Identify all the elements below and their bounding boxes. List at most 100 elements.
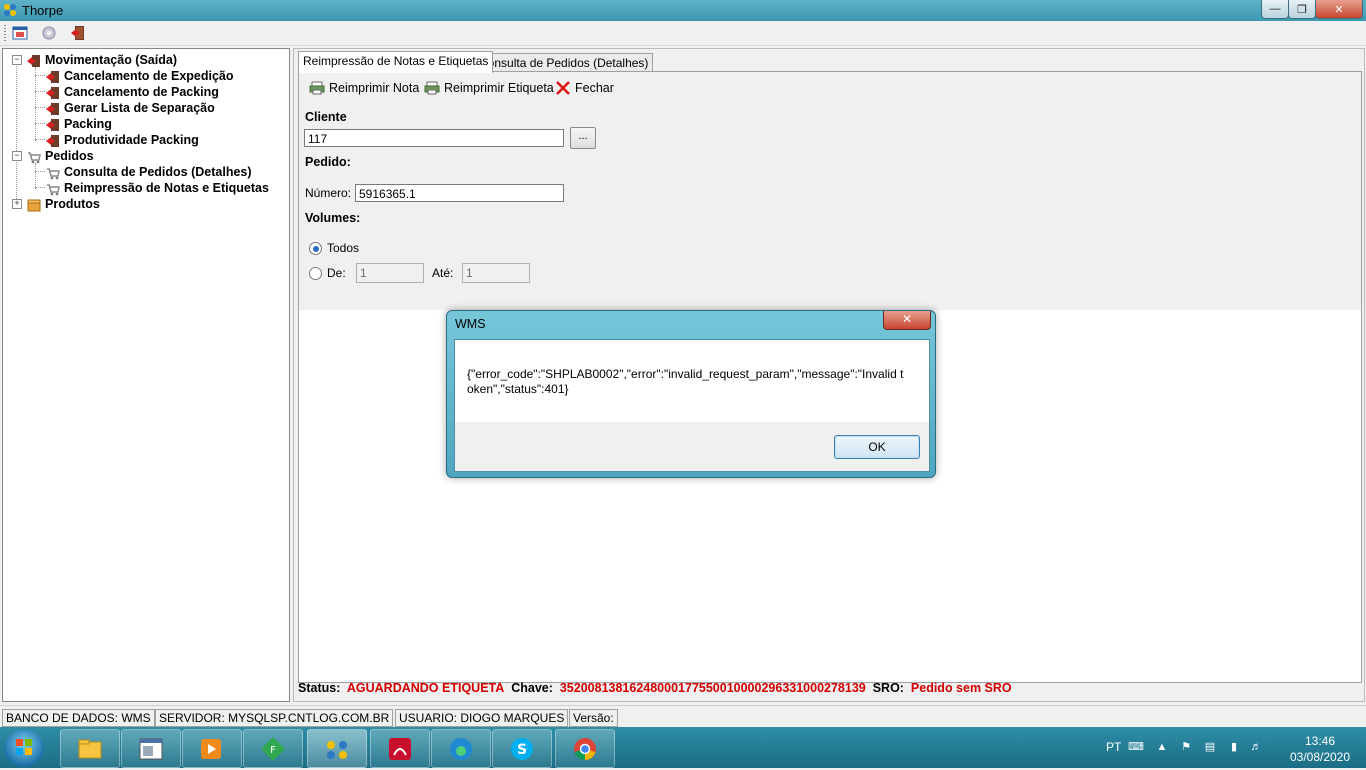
ate-label: Até:	[432, 266, 454, 280]
tree-line	[35, 67, 36, 141]
clock-date[interactable]: 03/08/2020	[1284, 750, 1356, 764]
taskbar: F S PT ⌨ ▲ ⚑ ▤ ▮ ♬ 13:46 03/08/2020	[0, 727, 1366, 768]
volume-icon[interactable]: ♬	[1250, 741, 1262, 753]
printer-icon	[309, 81, 325, 95]
minimize-button[interactable]: —	[1261, 0, 1289, 19]
ate-input[interactable]: 1	[462, 263, 530, 283]
green-diamond-icon: F	[261, 736, 285, 761]
cliente-label: Cliente	[305, 110, 347, 124]
tree-expand-toggle[interactable]: +	[12, 199, 22, 209]
toolbar-grip	[4, 25, 6, 41]
exit-icon	[46, 86, 59, 99]
folder-icon	[78, 739, 102, 758]
numero-label: Número:	[305, 186, 352, 200]
language-indicator[interactable]: PT	[1106, 740, 1121, 754]
close-window-button[interactable]: ✕	[1315, 0, 1363, 19]
system-tray: PT ⌨ ▲ ⚑ ▤ ▮ ♬ 13:46 03/08/2020	[1100, 727, 1366, 768]
status-key: Status:	[298, 681, 341, 695]
dialog-close-button[interactable]: ✕	[883, 311, 931, 330]
exit-icon	[46, 102, 59, 115]
cliente-browse-button[interactable]: ...	[570, 127, 596, 149]
tree-line	[35, 171, 45, 172]
tree-collapse-toggle[interactable]: −	[12, 151, 22, 161]
order-status-line: Status: AGUARDANDO ETIQUETA Chave: 35200…	[298, 681, 1360, 699]
clock-time[interactable]: 13:46	[1284, 734, 1356, 748]
dialog-message: {"error_code":"SHPLAB0002","error":"inva…	[467, 367, 904, 396]
skype-icon: S	[511, 737, 533, 760]
exit-icon	[46, 70, 59, 83]
range-radio[interactable]	[309, 267, 322, 280]
app-logo-icon	[327, 740, 347, 759]
window-title-bar: Thorpe — ❐ ✕	[0, 0, 1366, 21]
tab-reimpressao[interactable]: Reimpressão de Notas e Etiquetas	[298, 51, 494, 73]
window-app-icon	[139, 738, 163, 759]
navigation-tree: − − + Movimentação (Saída) Cancelamento …	[2, 48, 290, 702]
window-list-icon[interactable]	[12, 25, 28, 41]
tree-line	[35, 91, 45, 92]
tree-line	[35, 107, 45, 108]
flag-icon[interactable]: ⚑	[1180, 741, 1192, 753]
tree-collapse-toggle[interactable]: −	[12, 55, 22, 65]
numero-input[interactable]: 5916365.1	[355, 184, 564, 202]
tree-line	[35, 139, 45, 140]
chrome-browser-icon	[574, 737, 596, 760]
tab-consulta-pedidos[interactable]: Consulta de Pedidos (Detalhes)	[474, 53, 654, 72]
taskbar-app-window[interactable]	[121, 729, 181, 768]
ok-button[interactable]: OK	[834, 435, 920, 459]
exit-icon	[27, 54, 40, 67]
tree-item-cancelamento-packing[interactable]: Cancelamento de Packing	[46, 84, 219, 100]
status-server: SERVIDOR: MYSQLSP.CNTLOG.COM.BR	[155, 709, 394, 727]
tree-item-reimpressao[interactable]: Reimpressão de Notas e Etiquetas	[46, 180, 269, 196]
exit-icon	[46, 118, 59, 131]
taskbar-media-player[interactable]	[182, 729, 242, 768]
tree-item-packing[interactable]: Packing	[46, 116, 112, 132]
status-database: BANCO DE DADOS: WMS	[2, 709, 155, 727]
device-icon[interactable]: ▤	[1204, 741, 1216, 753]
dialog-body: {"error_code":"SHPLAB0002","error":"inva…	[454, 339, 930, 472]
taskbar-edge[interactable]	[431, 729, 491, 768]
tree-line	[16, 61, 17, 205]
cart-icon	[28, 151, 41, 164]
todos-label: Todos	[327, 241, 360, 255]
svg-text:S: S	[517, 742, 527, 758]
start-button[interactable]	[4, 729, 44, 767]
tree-item-produtividade-packing[interactable]: Produtividade Packing	[46, 132, 199, 148]
cliente-input[interactable]: 117	[304, 129, 564, 147]
pdf-icon	[389, 737, 411, 760]
chave-key: Chave:	[511, 681, 553, 695]
de-label: De:	[327, 266, 346, 280]
reprint-label-button[interactable]: Reimprimir Etiqueta	[424, 81, 554, 95]
sro-value: Pedido sem SRO	[910, 681, 1012, 695]
maximize-button[interactable]: ❐	[1288, 0, 1316, 19]
tree-item-movimentacao[interactable]: Movimentação (Saída)	[27, 52, 177, 68]
volumes-label: Volumes:	[305, 211, 361, 225]
taskbar-chrome[interactable]	[555, 729, 615, 768]
cart-icon	[47, 167, 60, 180]
exit-door-icon[interactable]	[70, 25, 86, 41]
settings-gear-icon[interactable]	[41, 25, 57, 41]
taskbar-skype[interactable]: S	[492, 729, 552, 768]
tree-item-consulta-pedidos[interactable]: Consulta de Pedidos (Detalhes)	[46, 164, 252, 180]
taskbar-app-f[interactable]: F	[243, 729, 303, 768]
tree-item-cancelamento-expedicao[interactable]: Cancelamento de Expedição	[46, 68, 234, 84]
box-icon	[27, 199, 41, 212]
tree-item-gerar-lista[interactable]: Gerar Lista de Separação	[46, 100, 215, 116]
error-dialog: WMS ✕ {"error_code":"SHPLAB0002","error"…	[446, 310, 936, 478]
tray-expand-icon[interactable]: ▲	[1156, 741, 1168, 753]
media-player-icon	[201, 738, 221, 759]
tree-item-produtos[interactable]: Produtos	[27, 196, 100, 212]
network-signal-icon[interactable]: ▮	[1228, 741, 1240, 753]
exit-icon	[46, 134, 59, 147]
taskbar-acrobat[interactable]	[370, 729, 430, 768]
taskbar-thorpe[interactable]	[307, 729, 367, 768]
close-tab-button[interactable]: Fechar	[555, 81, 614, 95]
dialog-title: WMS	[455, 317, 486, 331]
tree-line	[35, 163, 36, 189]
todos-radio[interactable]	[309, 242, 322, 255]
reprint-note-button[interactable]: Reimprimir Nota	[309, 81, 419, 95]
de-input[interactable]: 1	[356, 263, 424, 283]
dialog-message-area: {"error_code":"SHPLAB0002","error":"inva…	[455, 340, 929, 422]
taskbar-explorer[interactable]	[60, 729, 120, 768]
tree-item-pedidos[interactable]: Pedidos	[27, 148, 94, 164]
keyboard-icon[interactable]: ⌨	[1128, 741, 1144, 753]
